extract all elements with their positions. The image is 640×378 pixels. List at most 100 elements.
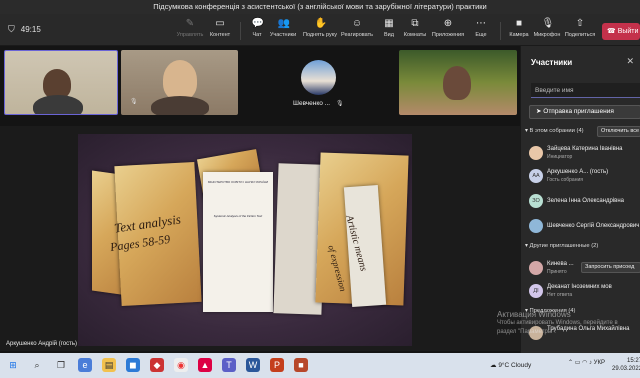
slide-page-title: Systemic Analysis of the Fiction Text [213, 214, 263, 218]
search-icon[interactable]: ⌕ [30, 358, 44, 372]
mic-off-icon: 🎙 [336, 101, 344, 107]
participant-row[interactable]: ЗО Зелена Інна Олександрівна [529, 192, 640, 212]
volume-icon: ♪ [588, 360, 592, 366]
phone-icon: ☎ [607, 28, 616, 35]
presenter-name: Аркушенко Андрій (гость) [6, 341, 77, 347]
windows-taskbar: ⊞ ⌕ ❐ e ▤ ◼ ◆ ◉ ▲ T W P ■ ☁ 9°C Cloudy ⌃… [0, 353, 640, 378]
participant-video [163, 60, 197, 100]
participant-name: Деканат Іноземних мов [547, 284, 612, 290]
mute-all-button[interactable]: Отключить все [597, 126, 640, 137]
windows-start-icon[interactable]: ⊞ [6, 358, 20, 372]
app-icon[interactable]: ▲ [198, 358, 212, 372]
video-tile[interactable] [121, 50, 238, 115]
section-in-meeting[interactable]: ▾ В этом собрании (4) [525, 128, 584, 134]
word-icon[interactable]: W [246, 358, 260, 372]
plus-icon: ⊕ [443, 18, 453, 29]
task-view-icon[interactable]: ❐ [54, 358, 68, 372]
hand-icon: ✋ [314, 18, 327, 29]
file-explorer-icon[interactable]: ▤ [102, 358, 116, 372]
chevron-up-icon: ⌃ [568, 360, 574, 366]
share-screen-icon: ▭ [215, 18, 225, 29]
app-icon[interactable]: ◆ [150, 358, 164, 372]
edge-icon[interactable]: e [78, 358, 92, 372]
close-icon[interactable]: ✕ [626, 56, 634, 67]
clock-time: 15:27 [627, 358, 640, 364]
avatar [529, 219, 543, 233]
participants-panel: Участники ✕ Введите имя ➤ Отправка пригл… [520, 46, 640, 353]
system-tray[interactable]: ⌃ ▭ ◠ ♪ УКР [568, 359, 605, 366]
raise-hand-button[interactable]: ✋ Поднять руку [302, 18, 338, 44]
section-others[interactable]: ▾ Другие приглашенные (2) [525, 243, 598, 249]
avatar [529, 146, 543, 160]
battery-icon: ▭ [574, 360, 581, 366]
window-title: Підсумкова конференція з асистентської (… [0, 0, 640, 14]
participant-name: Зелена Інна Олександрівна [547, 198, 625, 204]
send-invitation-button[interactable]: ➤ Отправка приглашения [529, 105, 640, 119]
rooms-button[interactable]: ⧉ Комнаты [400, 18, 430, 44]
app-icon[interactable]: ■ [294, 358, 308, 372]
participant-role: Гость собрания [547, 177, 583, 183]
clock[interactable]: 15:27 29.03.2022 [612, 357, 640, 373]
meeting-status: ⛉ 49:15 [8, 24, 41, 35]
wifi-icon: ◠ [582, 360, 588, 366]
avatar [301, 60, 336, 95]
teams-icon[interactable]: T [222, 358, 236, 372]
participant-row[interactable]: Шевченко Сергій Олександрович [529, 217, 640, 237]
leave-button[interactable]: ☎ Выйти [602, 23, 640, 40]
avatar: ДІ [529, 284, 543, 298]
upload-icon: ⇧ [575, 18, 585, 29]
share-button[interactable]: ⇧ Поделиться [562, 18, 598, 44]
powerpoint-icon[interactable]: P [270, 358, 284, 372]
meeting-timer: 49:15 [20, 25, 41, 34]
participant-video [151, 96, 209, 115]
avatar: АА [529, 169, 543, 183]
watermark-text: Чтобы активировать Windows, перейдите в … [497, 320, 618, 335]
request-join-button[interactable]: Запросить присоед [581, 262, 640, 273]
participant-name: Зайцева Катерина Іванівна [547, 146, 623, 152]
video-tile[interactable]: Шевченко ... 🎙 [241, 50, 396, 115]
weather-widget[interactable]: ☁ 9°C Cloudy [490, 361, 531, 369]
participants-button[interactable]: 👥 Участники [268, 18, 298, 44]
meeting-toolbar: ⛉ 49:15 ✎ Управлять ▭ Контент 💬 Чат 👥 Уч… [0, 14, 640, 46]
chevron-down-icon: ▾ [525, 243, 528, 249]
participant-search-input[interactable]: Введите имя [531, 83, 640, 98]
windows-activation-watermark: Активация Windows Чтобы активировать Win… [497, 310, 637, 337]
content-button[interactable]: ▭ Контент [205, 18, 235, 44]
avatar [529, 261, 543, 275]
watermark-title: Активация Windows [497, 310, 571, 319]
panel-title: Участники [531, 58, 573, 67]
toolbar-divider [500, 22, 501, 40]
grid-icon: ▦ [384, 18, 394, 29]
send-icon: ➤ [536, 108, 542, 115]
more-button[interactable]: ⋯ Еще [466, 18, 496, 44]
manage-button[interactable]: ✎ Управлять [175, 18, 205, 44]
slide-document-page: МІНІСТЕРСТВО ОСВІТИ І НАУКИ УКРАЇНИ Syst… [203, 172, 273, 312]
participant-role: Принято [547, 269, 567, 275]
meeting-stage: Шевченко ... 🎙 🎙 Text analysis Pages 58-… [0, 46, 520, 353]
camera-button[interactable]: ■ Камера [504, 18, 534, 44]
participant-name: Шевченко Сергій Олександрович [547, 223, 640, 229]
camera-icon: ■ [515, 18, 523, 29]
apps-button[interactable]: ⊕ Приложения [430, 18, 466, 44]
participant-row[interactable]: АА Аркушенко А... (гость) Гость собрания [529, 167, 640, 187]
chrome-icon[interactable]: ◉ [174, 358, 188, 372]
react-button[interactable]: ☺ Реагировать [340, 18, 374, 44]
chevron-down-icon: ▾ [525, 128, 528, 134]
mic-icon: 🎙 [541, 18, 555, 29]
people-icon: 👥 [277, 18, 290, 29]
participant-row[interactable]: ДІ Деканат Іноземних мов Нет ответа [529, 282, 640, 302]
video-tile[interactable] [4, 50, 118, 115]
participant-row[interactable]: Зайцева Катерина Іванівна Инициатор [529, 144, 640, 164]
microphone-button[interactable]: 🎙 Микрофон [532, 18, 562, 44]
slide-page-header: МІНІСТЕРСТВО ОСВІТИ І НАУКИ УКРАЇНИ [207, 180, 269, 184]
cloud-icon: ☁ [490, 362, 497, 369]
smile-icon: ☺ [351, 18, 363, 29]
participant-video [443, 66, 471, 100]
participant-role: Нет ответа [547, 292, 573, 298]
more-icon: ⋯ [476, 18, 486, 29]
participant-video [33, 95, 83, 114]
video-tile[interactable] [399, 50, 517, 115]
store-icon[interactable]: ◼ [126, 358, 140, 372]
participant-name: Аркушенко А... (гость) [547, 169, 609, 175]
participant-name: Кинева ... [547, 261, 574, 267]
